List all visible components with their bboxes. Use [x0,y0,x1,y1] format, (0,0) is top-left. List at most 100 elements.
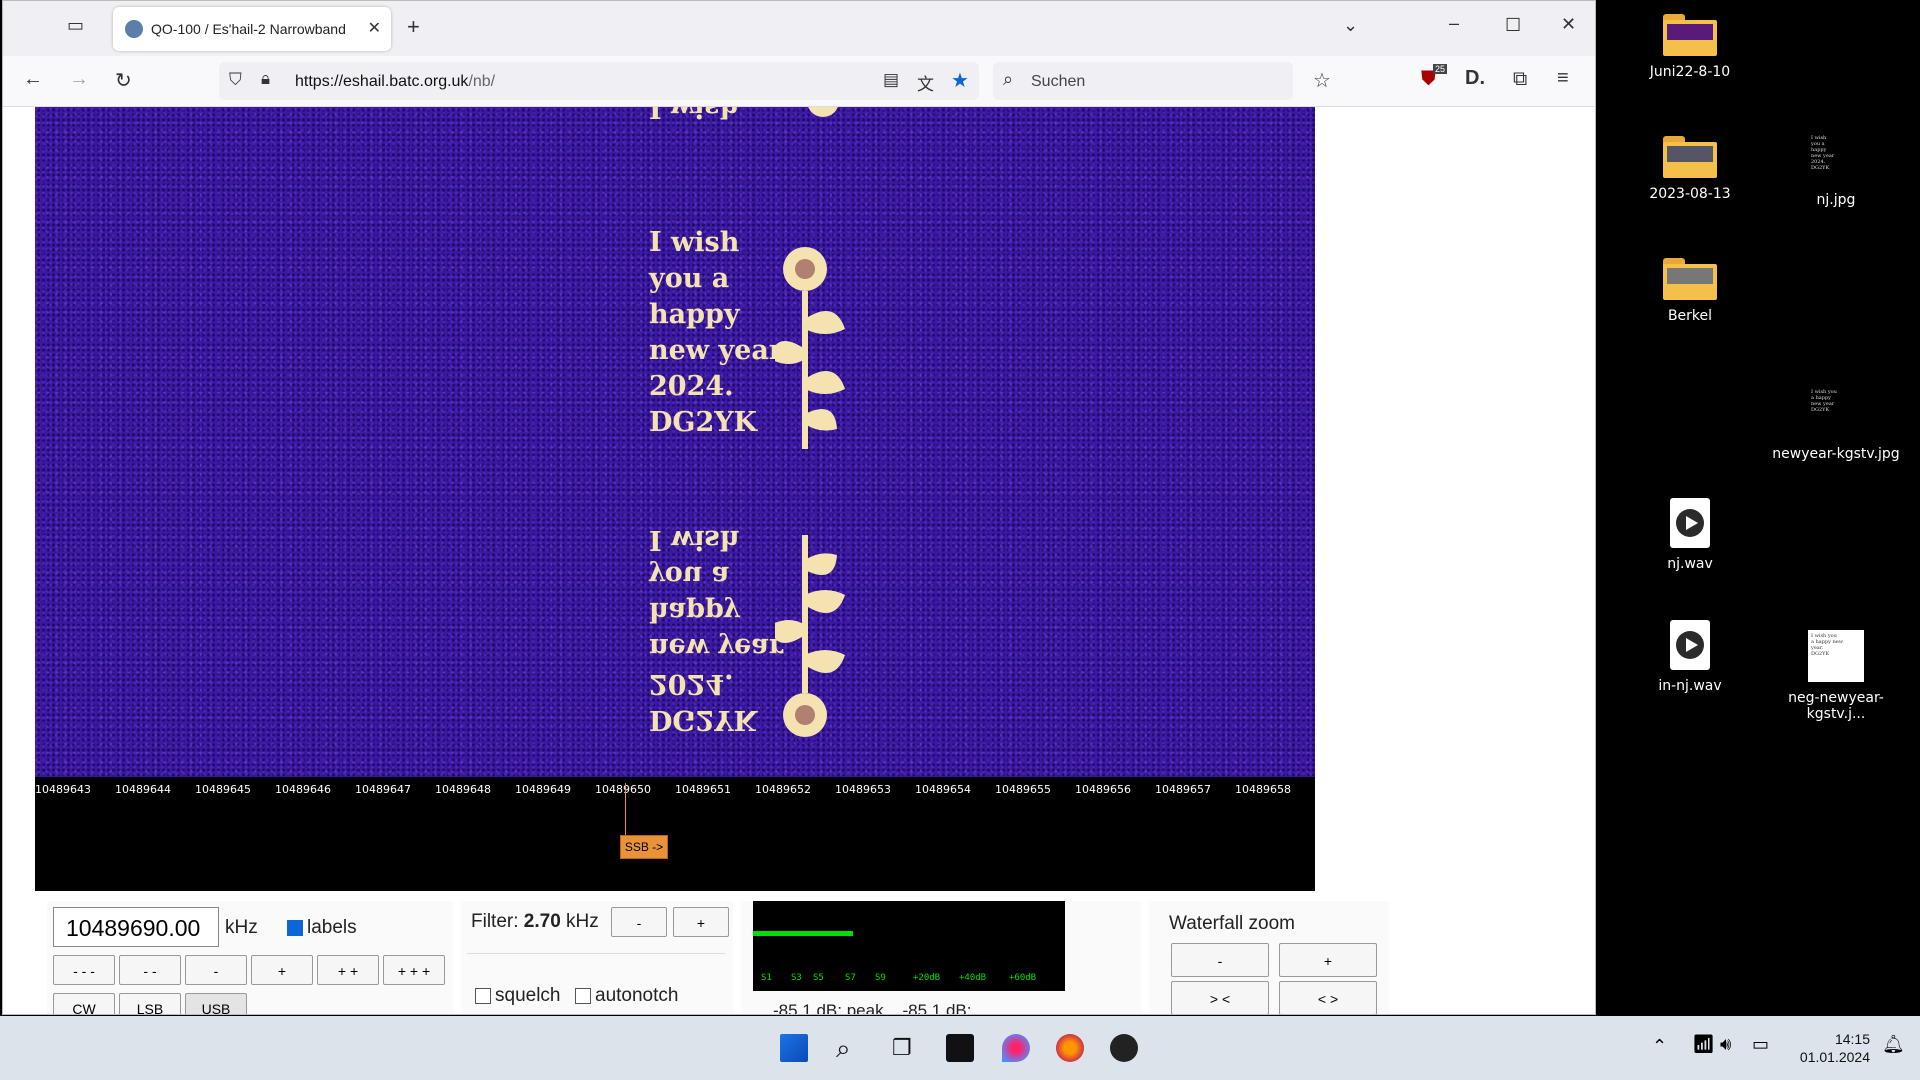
tab-overview-icon[interactable]: ▭ [67,15,84,36]
reload-icon[interactable]: ↻ [115,68,132,93]
audio-file-icon [1670,620,1710,670]
mode-lsb-button[interactable]: LSB [119,993,181,1014]
list-all-tabs-icon[interactable]: ⌄ [1343,15,1358,36]
scale-tick-label: 10489646 [275,783,331,796]
labels-checkbox[interactable] [287,919,303,936]
site-favicon-icon [125,20,143,38]
image-thumbnail-icon: I wish you a happy new year DG2YK [1808,386,1864,438]
desktop-icon-in-nj-wav[interactable]: in-nj.wav [1625,620,1755,694]
frequency-scale[interactable]: 10489643 10489644 10489645 10489646 10489647… [35,777,1315,891]
shield-icon[interactable]: ⛉ [229,70,242,90]
zoom-out-button[interactable]: - [1171,943,1269,977]
filter-narrow-button[interactable]: - [611,907,667,937]
folder-icon [1663,14,1717,56]
image-thumbnail-icon: I wish you a happy new year 2024. DG2YK [1808,132,1864,184]
terminal-icon[interactable] [946,1034,974,1062]
task-view-icon[interactable]: ❐ [892,1034,920,1062]
scale-tick-label: 10489654 [915,783,971,796]
filter-caption: Filter: [471,911,519,932]
minimize-icon[interactable]: – [1449,13,1459,34]
desktop-icon-neg-newyear-jpg[interactable]: I wish you a happy new year. DG2YK neg-newy… [1760,630,1912,722]
waterfall-zoom-title: Waterfall zoom [1169,913,1295,934]
media-player-icon[interactable] [1110,1034,1138,1062]
desktop-icon-newyear-jpg[interactable]: I wish you a happy new year DG2YK newyear-k… [1771,386,1901,462]
waterfall-display[interactable]: I wish I wish you a happy new year 2024.… [35,107,1315,777]
search-bar[interactable]: ⌕ Suchen [993,62,1293,100]
clock[interactable]: 14:15 01.01.2024 [1790,1030,1870,1066]
desktop-icon-label: newyear-kgstv.jpg [1772,446,1900,462]
extensions-icon[interactable]: ⧉ [1513,68,1527,91]
smeter-panel: S1 S3 S5 S7 S9 +20dB +40dB +60dB -85.1 dB; peak… [741,901,1141,1014]
menu-icon[interactable]: ≡ [1557,67,1569,90]
maximize-icon[interactable]: ☐ [1505,15,1521,36]
date: 01.01.2024 [1799,1049,1870,1065]
smeter-scale-label: S7 [845,973,856,983]
desktop-icon-label: nj.jpg [1816,192,1856,208]
zoom-wide-button[interactable]: < > [1279,981,1377,1014]
step-down-3-button[interactable]: - - - [53,955,115,985]
desktop-icon-nj-jpg[interactable]: I wish you a happy new year 2024. DG2YK nj.jp… [1771,132,1901,208]
squelch-toggle[interactable]: squelch [475,985,561,1007]
desktop-icon-folder-juni22[interactable]: Juni22-8-10 [1625,14,1755,80]
reader-view-icon[interactable]: ▤ [883,70,899,90]
squelch-checkbox[interactable] [475,987,491,1004]
volume-icon[interactable]: 🔊︎ [1720,1034,1731,1055]
smeter-scale-label: S5 [813,973,824,983]
waterfall-zoom-panel: Waterfall zoom - + > < < > [1149,901,1389,1014]
tab-title: QO-100 / Es'hail-2 Narrowband [151,21,346,37]
url-bar[interactable]: ⛉ 🔒︎ https://eshail.batc.org.uk/nb/ ▤ 文 … [219,62,979,100]
wifi-icon[interactable]: 📶︎ [1692,1034,1715,1055]
tab-active[interactable]: QO-100 / Es'hail-2 Narrowband ✕ [113,7,391,51]
pocket-icon[interactable]: ☆ [1313,68,1331,93]
close-tab-icon[interactable]: ✕ [368,18,381,38]
desktop-icon-folder-2023[interactable]: 2023-08-13 [1625,136,1755,202]
tray-expand-icon[interactable]: ⌃ [1652,1036,1667,1057]
url-path: /nb/ [468,73,496,90]
mode-usb-button[interactable]: USB [185,993,247,1014]
step-up-3-button[interactable]: + + + [383,955,445,985]
autonotch-toggle[interactable]: autonotch [575,985,678,1007]
folder-icon [1663,258,1717,300]
flower-mirror-icon [775,535,845,737]
autonotch-label: autonotch [595,985,679,1006]
lock-icon[interactable]: 🔒︎ [261,69,270,89]
scale-tick-label: 10489645 [195,783,251,796]
frequency-input[interactable]: 10489690.00 [53,907,219,947]
windows-start-icon[interactable] [780,1034,808,1062]
url-text: https://eshail.batc.org.uk/nb/ [295,73,495,91]
search-icon[interactable]: ⌕ [836,1034,864,1062]
browser-window: ▭ QO-100 / Es'hail-2 Narrowband ✕ + ⌄ – … [2,0,1596,1015]
desktop-icon-label: 2023-08-13 [1649,186,1731,202]
zoom-narrow-button[interactable]: > < [1171,981,1269,1014]
paint-app-icon[interactable] [1002,1034,1030,1062]
step-up-1-button[interactable]: + [251,955,313,985]
smeter-scale-label: S1 [761,973,772,983]
battery-icon[interactable]: ▭ [1752,1034,1769,1055]
extension-d-icon[interactable]: D. [1465,67,1485,90]
step-up-2-button[interactable]: + + [317,955,379,985]
desktop-icon-nj-wav[interactable]: nj.wav [1625,498,1755,572]
back-icon[interactable]: ← [23,68,43,91]
scale-tick-label: 10489658 [1235,783,1291,796]
notification-bell-icon[interactable]: 🔔︎ [1882,1034,1905,1055]
ssb-marker[interactable]: SSB -> [620,835,668,859]
step-down-2-button[interactable]: - - [119,955,181,985]
desktop-icon-folder-berkel[interactable]: Berkel [1625,258,1755,324]
filter-wide-button[interactable]: + [673,907,729,937]
navigation-bar: ← → ↻ ⛉ 🔒︎ https://eshail.batc.org.uk/nb… [3,56,1595,107]
bookmark-star-icon[interactable]: ★ [951,68,969,93]
translate-icon[interactable]: 文 [917,70,934,95]
new-tab-icon[interactable]: + [407,14,420,40]
labels-toggle[interactable]: labels [287,917,357,939]
smeter-scale-label: S3 [791,973,802,983]
mode-cw-button[interactable]: CW [53,993,115,1014]
autonotch-checkbox[interactable] [575,987,591,1004]
forward-icon[interactable]: → [69,68,89,91]
scale-tick-label: 10489650 [595,783,651,796]
close-window-icon[interactable]: ✕ [1561,14,1576,35]
zoom-in-button[interactable]: + [1279,943,1377,977]
step-down-1-button[interactable]: - [185,955,247,985]
url-host: https://eshail.batc.org.uk [295,73,469,90]
desktop-icon-label: nj.wav [1667,556,1713,572]
firefox-icon[interactable] [1056,1034,1084,1062]
